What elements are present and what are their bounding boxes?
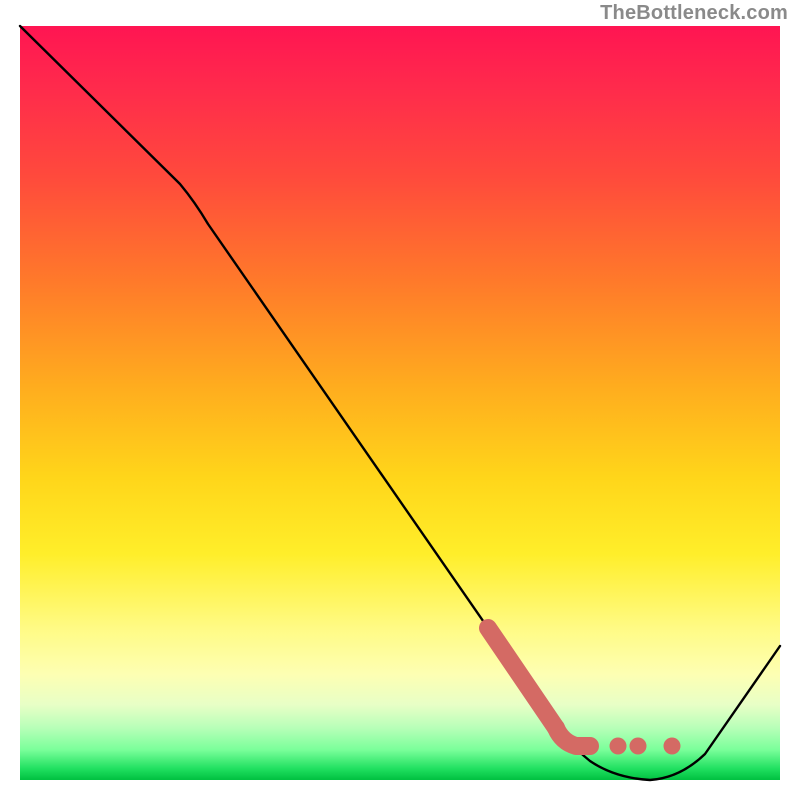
plot-area (20, 26, 780, 780)
emphasis-dot-2 (630, 738, 647, 755)
chart-container: TheBottleneck.com (0, 0, 800, 800)
attribution-text: TheBottleneck.com (600, 2, 788, 25)
emphasis-diagonal (488, 628, 556, 728)
chart-svg (20, 26, 780, 780)
curve-line (20, 26, 780, 780)
emphasis-foot (556, 728, 590, 746)
emphasis-dot-3 (664, 738, 681, 755)
emphasis-dot-1 (610, 738, 627, 755)
